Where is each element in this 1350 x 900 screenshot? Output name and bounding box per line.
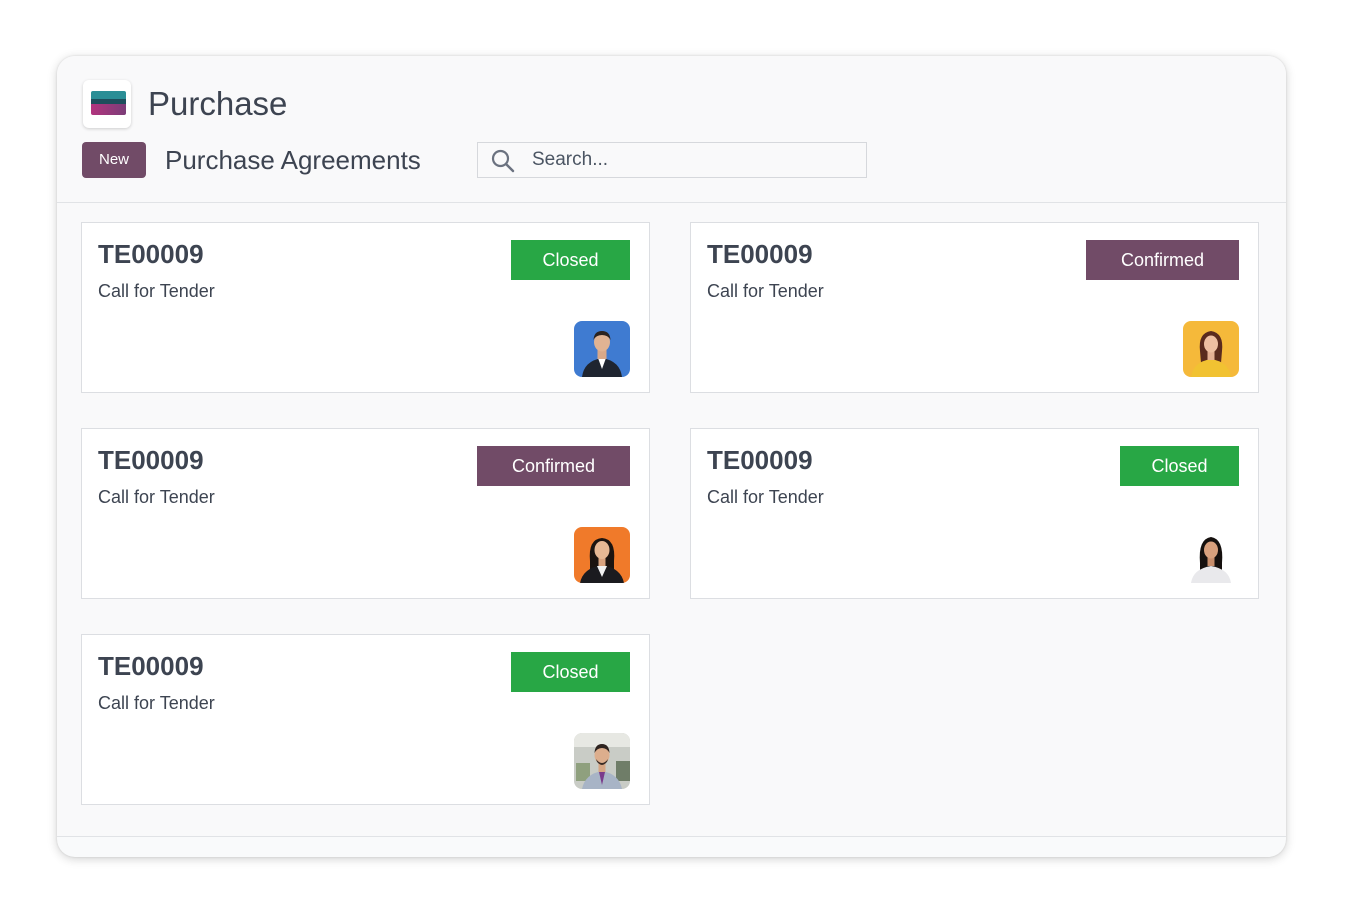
- avatar-man-office-bg[interactable]: [574, 733, 630, 789]
- status-badge: Confirmed: [477, 446, 630, 486]
- card-reference: TE00009: [707, 445, 813, 475]
- purchase-app-icon[interactable]: [83, 80, 131, 128]
- breadcrumb[interactable]: Purchase Agreements: [165, 142, 421, 178]
- card-reference: TE00009: [98, 239, 204, 269]
- avatar-man-suit-blue-bg[interactable]: [574, 321, 630, 377]
- card-reference: TE00009: [98, 651, 204, 681]
- avatar-woman-orange-bg[interactable]: [574, 527, 630, 583]
- card-type: Call for Tender: [98, 487, 215, 507]
- kanban-card[interactable]: TE00009 Call for Tender Confirmed: [81, 428, 650, 599]
- card-type: Call for Tender: [707, 487, 824, 507]
- avatar-woman-yellow-bg[interactable]: [1183, 321, 1239, 377]
- card-type: Call for Tender: [98, 281, 215, 301]
- status-badge: Closed: [1120, 446, 1239, 486]
- app-window: Purchase New Purchase Agreements TE00009…: [57, 56, 1286, 857]
- kanban-view: TE00009 Call for Tender Closed TE00009 C…: [57, 203, 1286, 837]
- search-icon: [491, 149, 515, 173]
- card-type: Call for Tender: [98, 693, 215, 713]
- card-reference: TE00009: [707, 239, 813, 269]
- card-type: Call for Tender: [707, 281, 824, 301]
- kanban-card[interactable]: TE00009 Call for Tender Closed: [690, 428, 1259, 599]
- new-button[interactable]: New: [82, 142, 146, 178]
- status-badge: Confirmed: [1086, 240, 1239, 280]
- card-reference: TE00009: [98, 445, 204, 475]
- status-badge: Closed: [511, 652, 630, 692]
- avatar-woman-white-bg[interactable]: [1183, 527, 1239, 583]
- kanban-card[interactable]: TE00009 Call for Tender Closed: [81, 222, 650, 393]
- kanban-card[interactable]: TE00009 Call for Tender Closed: [81, 634, 650, 805]
- control-panel: Purchase New Purchase Agreements: [57, 56, 1286, 203]
- status-badge: Closed: [511, 240, 630, 280]
- search-input[interactable]: [532, 143, 852, 177]
- app-title: Purchase: [148, 85, 288, 122]
- kanban-card[interactable]: TE00009 Call for Tender Confirmed: [690, 222, 1259, 393]
- search-bar[interactable]: [477, 142, 867, 178]
